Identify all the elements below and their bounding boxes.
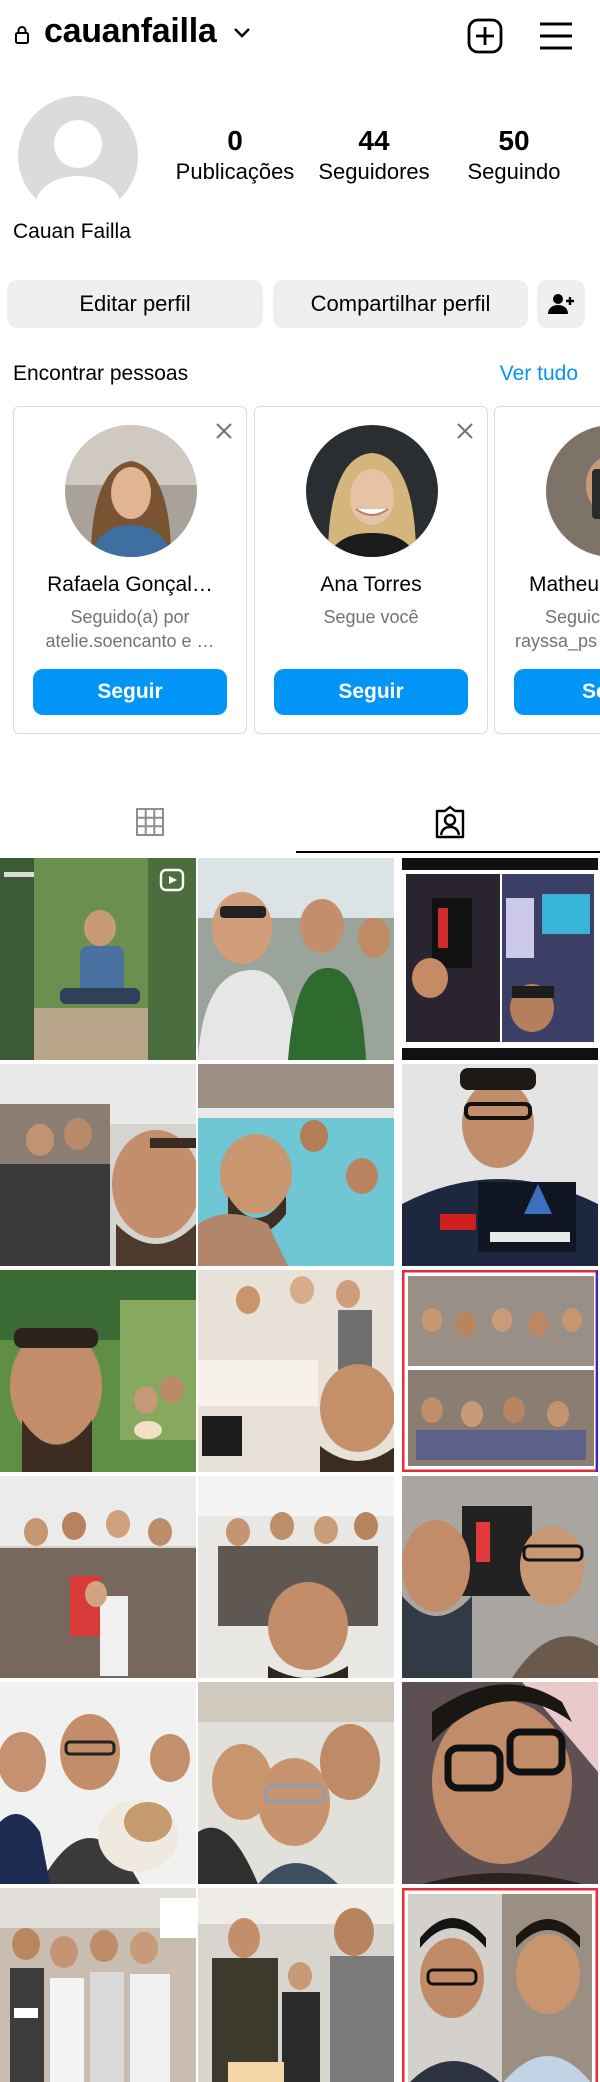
- top-bar: cauanfailla: [0, 0, 600, 72]
- follow-button[interactable]: Seguir: [274, 669, 468, 715]
- tab-tagged[interactable]: [300, 790, 600, 854]
- grid-icon: [136, 808, 164, 836]
- suggestion-context: Segue você: [323, 607, 419, 627]
- follow-button[interactable]: Se: [514, 669, 600, 715]
- grid-photo[interactable]: [402, 1476, 598, 1678]
- suggestion-card: Rafaela Gonçal… Seguido(a) por atelie.so…: [13, 406, 247, 734]
- suggestion-avatar[interactable]: [65, 425, 197, 557]
- username-title[interactable]: cauanfailla: [44, 12, 217, 51]
- grid-photo[interactable]: [198, 1270, 394, 1472]
- stat-following[interactable]: 50 Seguindo: [456, 124, 572, 186]
- share-profile-button[interactable]: Compartilhar perfil: [273, 280, 528, 328]
- discover-people-title: Encontrar pessoas: [13, 362, 189, 385]
- follow-button[interactable]: Seguir: [33, 669, 227, 715]
- stat-following-label: Seguindo: [467, 159, 561, 184]
- active-tab-indicator: [296, 851, 600, 853]
- edit-profile-button[interactable]: Editar perfil: [7, 280, 263, 328]
- profile-avatar[interactable]: [18, 96, 138, 216]
- grid-photo[interactable]: [0, 1064, 196, 1266]
- grid-photo[interactable]: [402, 858, 598, 1060]
- grid-photo[interactable]: [0, 1682, 196, 1884]
- suggestion-avatar[interactable]: [306, 425, 438, 557]
- suggestion-name[interactable]: Ana Torres: [255, 573, 487, 597]
- tagged-person-icon: [435, 805, 465, 839]
- close-icon[interactable]: [455, 421, 475, 441]
- close-icon[interactable]: [214, 421, 234, 441]
- stat-followers-label: Seguidores: [318, 159, 430, 184]
- suggestion-context-detail: rayssa_ps: [515, 631, 598, 651]
- grid-photo[interactable]: [198, 858, 394, 1060]
- profile-full-name: Cauan Failla: [13, 220, 131, 243]
- grid-photo[interactable]: [402, 1064, 598, 1266]
- grid-photo[interactable]: [198, 1064, 394, 1266]
- grid-photo[interactable]: [402, 1682, 598, 1884]
- grid-photo[interactable]: [402, 1270, 598, 1472]
- grid-photo[interactable]: [198, 1682, 394, 1884]
- grid-photo[interactable]: [0, 1270, 196, 1472]
- suggestion-context-detail: atelie.soencanto e …: [45, 631, 215, 651]
- grid-photo[interactable]: [0, 1476, 196, 1678]
- suggestion-context: Seguido(a) por: [70, 607, 190, 627]
- grid-photo[interactable]: [198, 1888, 394, 2082]
- stat-followers-value: 44: [358, 125, 390, 156]
- stat-posts[interactable]: 0 Publicações: [170, 124, 300, 186]
- lock-icon: [15, 26, 29, 44]
- chevron-down-icon[interactable]: [232, 26, 252, 40]
- stat-following-value: 50: [498, 125, 530, 156]
- profile-tabs: [0, 790, 600, 854]
- suggestion-name[interactable]: Rafaela Gonçal…: [14, 573, 246, 597]
- hamburger-icon[interactable]: [536, 16, 576, 56]
- stat-followers[interactable]: 44 Seguidores: [312, 124, 436, 186]
- plus-square-icon[interactable]: [465, 16, 505, 56]
- tab-posts-grid[interactable]: [0, 790, 300, 854]
- suggestion-card: Matheu Seguic rayssa_ps Se: [494, 406, 600, 734]
- reel-icon: [161, 870, 183, 890]
- stat-posts-label: Publicações: [175, 159, 295, 184]
- suggestion-name[interactable]: Matheu: [495, 573, 600, 597]
- suggestion-cards[interactable]: Rafaela Gonçal… Seguido(a) por atelie.so…: [13, 406, 600, 736]
- grid-photo[interactable]: [198, 1476, 394, 1678]
- grid-photo[interactable]: [0, 1888, 196, 2082]
- add-person-icon: [548, 294, 574, 314]
- suggested-people-button[interactable]: [537, 280, 585, 328]
- suggestion-avatar[interactable]: [546, 425, 600, 557]
- grid-photo[interactable]: [0, 858, 196, 1060]
- see-all-link[interactable]: Ver tudo: [500, 362, 578, 386]
- suggestion-context: Seguic: [545, 607, 600, 627]
- stat-posts-value: 0: [227, 125, 243, 156]
- suggestion-card: Ana Torres Segue você Seguir: [254, 406, 488, 734]
- grid-photo[interactable]: [402, 1888, 598, 2082]
- default-avatar-icon: [18, 96, 138, 216]
